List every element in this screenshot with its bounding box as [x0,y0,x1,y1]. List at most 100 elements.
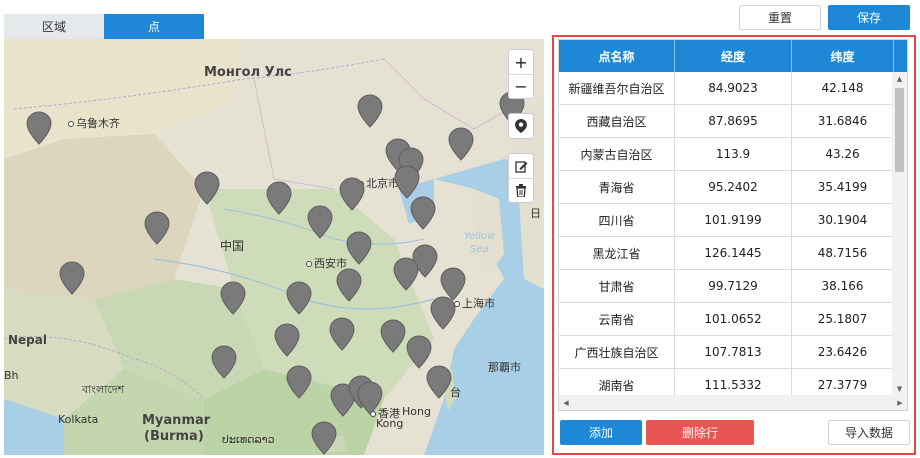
scroll-right-icon[interactable]: ▶ [893,395,907,410]
marker-tool [508,113,534,139]
header-point-name[interactable]: 点名称 [559,40,675,72]
map-pin-icon[interactable] [339,177,365,211]
reset-button[interactable]: 重置 [739,5,821,30]
cell-lng[interactable]: 126.1445 [675,237,792,269]
table-row[interactable]: 甘肃省 99.7129 38.166 [559,270,894,303]
table-row[interactable]: 云南省 101.0652 25.1807 [559,303,894,336]
map-pin-icon[interactable] [346,231,372,265]
mode-tabs: 区域 点 [4,14,204,39]
map-pin-icon[interactable] [406,335,432,369]
label-urumqi: 乌鲁木齐 [68,115,120,131]
header-longitude[interactable]: 经度 [675,40,792,72]
map-pin-icon[interactable] [380,319,406,353]
table-row[interactable]: 西藏自治区 87.8695 31.6846 [559,105,894,138]
map-pin-icon[interactable] [509,114,533,138]
trash-icon[interactable] [509,178,533,202]
cell-lng[interactable]: 87.8695 [675,105,792,137]
editor-root: 区域 点 重置 保存 Монгол Улс 乌鲁木齐 北京市 中国 西安市 上海… [0,0,920,458]
header-latitude[interactable]: 纬度 [792,40,894,72]
map-pin-icon[interactable] [357,94,383,128]
cell-lat[interactable]: 30.1904 [792,204,894,236]
map-pin-icon[interactable] [336,268,362,302]
cell-lat[interactable]: 48.7156 [792,237,894,269]
tab-point[interactable]: 点 [104,14,204,39]
map-pin-icon[interactable] [286,365,312,399]
label-yellow-sea-2: Sea [470,244,489,255]
cell-lng[interactable]: 101.9199 [675,204,792,236]
table-row[interactable]: 黑龙江省 126.1445 48.7156 [559,237,894,270]
scroll-down-icon[interactable]: ▼ [892,382,907,396]
cell-name[interactable]: 西藏自治区 [559,105,675,137]
cell-lng[interactable]: 95.2402 [675,171,792,203]
table-row[interactable]: 内蒙古自治区 113.9 43.26 [559,138,894,171]
map-pin-icon[interactable] [266,181,292,215]
map-view[interactable]: Монгол Улс 乌鲁木齐 北京市 中国 西安市 上海市 Nepal Bh … [4,39,544,455]
map-pin-icon[interactable] [410,196,436,230]
cell-name[interactable]: 黑龙江省 [559,237,675,269]
map-pin-icon[interactable] [26,111,52,145]
tab-region[interactable]: 区域 [4,14,104,39]
cell-lat[interactable]: 38.166 [792,270,894,302]
cell-lat[interactable]: 43.26 [792,138,894,170]
map-pin-icon[interactable] [311,421,337,455]
label-japan: 日 [530,207,541,220]
map-pin-icon[interactable] [448,127,474,161]
cell-lat[interactable]: 35.4199 [792,171,894,203]
map-pin-icon[interactable] [307,205,333,239]
map-pin-icon[interactable] [329,317,355,351]
plus-icon[interactable]: + [509,50,533,74]
table-header: 点名称 经度 纬度 [559,40,907,72]
add-button[interactable]: 添加 [560,420,642,445]
table-row[interactable]: 新疆维吾尔自治区 84.9023 42.148 [559,72,894,105]
map-pin-icon[interactable] [393,257,419,291]
point-table: 点名称 经度 纬度 新疆维吾尔自治区 84.9023 42.148 西藏自治区 87.… [558,39,908,411]
map-pin-icon[interactable] [357,381,383,415]
scroll-left-icon[interactable]: ◀ [559,395,573,410]
cell-name[interactable]: 青海省 [559,171,675,203]
map-pin-icon[interactable] [394,165,420,199]
map-pin-icon[interactable] [286,281,312,315]
cell-lng[interactable]: 101.0652 [675,303,792,335]
cell-name[interactable]: 甘肃省 [559,270,675,302]
table-body: 新疆维吾尔自治区 84.9023 42.148 西藏自治区 87.8695 31.684… [559,72,894,402]
import-data-button[interactable]: 导入数据 [828,420,910,445]
label-myanmar-sub: (Burma) [144,429,204,444]
edit-icon[interactable] [509,154,533,178]
edit-tools [508,153,534,203]
delete-row-button[interactable]: 删除行 [646,420,754,445]
label-kolkata: Kolkata [58,413,99,426]
cell-name[interactable]: 广西壮族自治区 [559,336,675,368]
label-hongkong-en2: Kong [376,417,404,430]
cell-lng[interactable]: 84.9023 [675,72,792,104]
map-pin-icon[interactable] [211,345,237,379]
cell-name[interactable]: 四川省 [559,204,675,236]
save-button[interactable]: 保存 [828,5,910,30]
table-row[interactable]: 四川省 101.9199 30.1904 [559,204,894,237]
table-row[interactable]: 广西壮族自治区 107.7813 23.6426 [559,336,894,369]
cell-lat[interactable]: 25.1807 [792,303,894,335]
scroll-thumb[interactable] [895,88,904,172]
table-vertical-scrollbar[interactable]: ▲ ▼ [892,72,907,396]
map-pin-icon[interactable] [220,281,246,315]
cell-lat[interactable]: 23.6426 [792,336,894,368]
map-pin-icon[interactable] [430,296,456,330]
cell-name[interactable]: 新疆维吾尔自治区 [559,72,675,104]
map-pin-icon[interactable] [194,171,220,205]
cell-name[interactable]: 内蒙古自治区 [559,138,675,170]
cell-lat[interactable]: 42.148 [792,72,894,104]
map-pin-icon[interactable] [426,365,452,399]
cell-lat[interactable]: 31.6846 [792,105,894,137]
map-pin-icon[interactable] [144,211,170,245]
table-row[interactable]: 青海省 95.2402 35.4199 [559,171,894,204]
cell-lng[interactable]: 113.9 [675,138,792,170]
scroll-up-icon[interactable]: ▲ [892,72,907,86]
label-naha: 那覇市 [488,361,521,374]
map-pin-icon[interactable] [274,323,300,357]
cell-lng[interactable]: 107.7813 [675,336,792,368]
table-horizontal-scrollbar[interactable]: ◀ ▶ [559,395,907,410]
minus-icon[interactable]: − [509,74,533,98]
map-pin-icon[interactable] [59,261,85,295]
cell-lng[interactable]: 99.7129 [675,270,792,302]
cell-name[interactable]: 云南省 [559,303,675,335]
label-laos: ປະເທດລາວ [222,433,275,446]
